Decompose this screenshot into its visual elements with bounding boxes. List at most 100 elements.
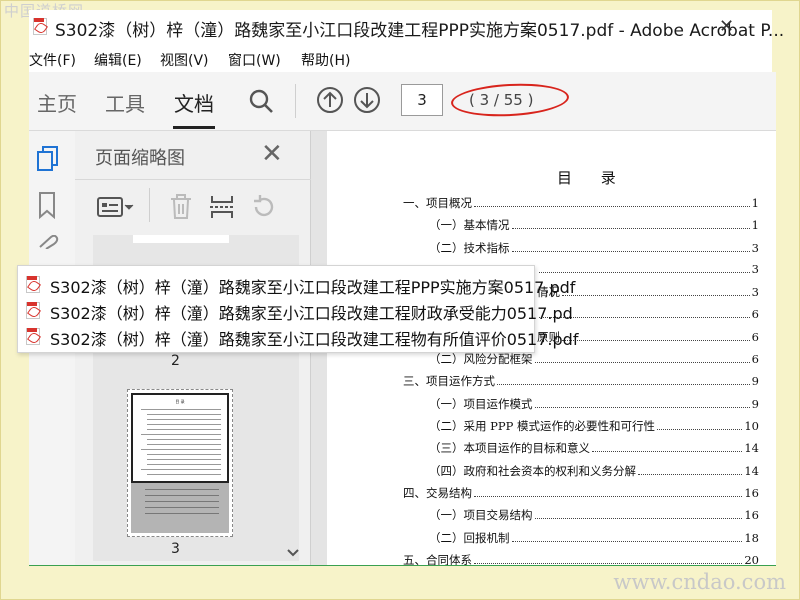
toc-leader-dots: [474, 495, 743, 497]
pdf-file-icon: [33, 18, 47, 35]
menu-view[interactable]: 视图(V): [160, 50, 209, 70]
toc-entry-text: （一）项目运作模式: [429, 396, 533, 411]
toc-entry-page: 10: [744, 419, 759, 433]
toc-entry-text: 四、交易结构: [403, 485, 472, 500]
status-line: [29, 565, 776, 566]
bookmark-icon[interactable]: [37, 191, 57, 223]
menu-file[interactable]: 文件(F): [29, 50, 76, 70]
toc-entry-page: 3: [751, 261, 759, 276]
next-page-icon[interactable]: [353, 86, 381, 118]
toc-entry[interactable]: （二）采用 PPP 模式运作的必要性和可行性 10: [429, 418, 759, 434]
close-panel-icon[interactable]: ✕: [261, 139, 283, 169]
watermark-bottom: www.cndao.com: [613, 570, 786, 594]
active-tab-indicator: [173, 126, 215, 129]
toc-entry[interactable]: （四）政府和社会资本的权利和义务分解 14: [429, 463, 759, 479]
toc-entry-page: 6: [751, 329, 759, 344]
toc-leader-dots: [562, 295, 750, 297]
toc-entry-text: 三、项目运作方式: [403, 374, 495, 389]
menu-window[interactable]: 窗口(W): [228, 50, 281, 70]
toc-entry-text: （二）回报机制: [429, 530, 510, 545]
recent-file-name: S302漆（树）梓（潼）路魏家至小江口段改建工程PPP实施方案0517.pdf: [50, 278, 576, 297]
toc-entry-page: 14: [744, 463, 759, 478]
tab-tools[interactable]: 工具: [105, 88, 145, 117]
menu-edit[interactable]: 编辑(E): [94, 50, 142, 70]
previous-page-icon[interactable]: [316, 86, 344, 118]
thumbnail-page-3[interactable]: 目 录: [127, 389, 233, 537]
toc-entry-page: 14: [744, 441, 759, 456]
toc-leader-dots: [534, 362, 750, 364]
toc-entry[interactable]: （一）基本情况 1: [429, 217, 759, 233]
toc-entry-page: 16: [744, 485, 759, 500]
panel-title: 页面缩略图: [95, 148, 185, 169]
toc-leader-dots: [534, 406, 750, 408]
close-window-button[interactable]: ✕: [719, 16, 734, 37]
attachment-icon[interactable]: [37, 234, 59, 253]
toc-leader-dots: [511, 228, 750, 230]
toc-entry-text: （二）采用 PPP 模式运作的必要性和可行性: [429, 419, 656, 433]
highlight-oval-annotation: [450, 80, 570, 120]
thumbnail-label-2: 2: [171, 353, 180, 369]
toc-entry-page: 9: [751, 396, 759, 411]
toc-entry[interactable]: 四、交易结构 16: [403, 485, 759, 501]
delete-page-icon[interactable]: [169, 194, 193, 224]
toc-heading: 目 录: [557, 169, 628, 187]
thumbnail-options-icon[interactable]: [97, 196, 137, 222]
toolbar-separator: [295, 84, 296, 118]
toc-entry[interactable]: （一）项目交易结构 16: [429, 507, 759, 523]
toc-leader-dots: [474, 206, 750, 207]
toc-entry[interactable]: （一）项目运作模式 9: [429, 396, 759, 412]
toc-leader-dots: [592, 451, 743, 453]
toc-entry-text: （四）政府和社会资本的权利和义务分解: [429, 463, 636, 478]
toc-entry[interactable]: （二）技术指标 3: [429, 240, 759, 256]
toc-entry-page: 6: [751, 306, 759, 321]
panel-separator: [149, 188, 150, 222]
recent-files-popup: S302漆（树）梓（潼）路魏家至小江口段改建工程PPP实施方案0517.pdf …: [17, 265, 578, 353]
toc-entry[interactable]: （二）风险分配框架 6: [429, 351, 759, 367]
tab-document[interactable]: 文档: [174, 88, 214, 117]
toc-entry-text: 一、项目概况: [403, 196, 472, 210]
thumbnail-heading: 目 录: [175, 399, 185, 404]
pdf-file-icon: [26, 302, 40, 319]
thumbnail-page-1-edge: [133, 235, 229, 243]
menu-bar: 文件(F) 编辑(E) 视图(V) 窗口(W) 帮助(H): [29, 44, 772, 72]
thumbnail-viewport-frame: 目 录: [131, 393, 229, 483]
search-icon[interactable]: [248, 88, 274, 118]
tab-home[interactable]: 主页: [37, 88, 77, 117]
page-thumbnails-icon[interactable]: [35, 145, 61, 177]
toc-entry-page: 1: [751, 218, 759, 233]
scroll-down-icon[interactable]: [287, 543, 299, 562]
toc-entry-page: 3: [751, 285, 759, 300]
toc-entry-text: （二）风险分配框架: [429, 352, 533, 367]
toc-leader-dots: [497, 384, 750, 386]
toc-entry-page: 9: [751, 374, 759, 389]
toc-leader-dots: [534, 518, 743, 520]
page-number-input[interactable]: 3: [401, 84, 443, 116]
toc-entry[interactable]: 一、项目概况 1: [403, 195, 759, 211]
toc-leader-dots: [511, 250, 750, 252]
main-toolbar: 主页 工具 文档 3 ( 3 / 55 ): [29, 72, 776, 131]
toc-leader-dots: [474, 562, 743, 564]
toc-entry-page: 16: [744, 508, 759, 523]
toc-entry-text: （二）技术指标: [429, 240, 510, 255]
toc-leader-dots: [562, 339, 750, 341]
toc-entry[interactable]: （三）本项目运作的目标和意义 14: [429, 440, 759, 456]
title-bar: S302漆（树）梓（潼）路魏家至小江口段改建工程PPP实施方案0517.pdf …: [29, 10, 784, 44]
panel-toolbar: [75, 179, 311, 230]
toc-entry[interactable]: （二）回报机制 18: [429, 530, 759, 546]
toc-entry-text: （三）本项目运作的目标和意义: [429, 441, 590, 456]
toc-leader-dots: [657, 429, 743, 430]
recent-file-name: S302漆（树）梓（潼）路魏家至小江口段改建工程物有所值评价0517.pdf: [50, 330, 579, 349]
toc-entry-page: 1: [751, 196, 759, 210]
menu-help[interactable]: 帮助(H): [301, 50, 350, 70]
window-title: S302漆（树）梓（潼）路魏家至小江口段改建工程PPP实施方案0517.pdf …: [55, 21, 785, 41]
insert-page-icon[interactable]: [209, 194, 235, 224]
toc-entry-text: （一）项目交易结构: [429, 508, 533, 523]
rotate-icon[interactable]: [251, 194, 277, 224]
toc-entry-page: 6: [751, 352, 759, 367]
recent-file-name: S302漆（树）梓（潼）路魏家至小江口段改建工程财政承受能力0517.pd: [50, 304, 573, 323]
toc-leader-dots: [638, 473, 743, 475]
toc-entry[interactable]: 三、项目运作方式 9: [403, 373, 759, 389]
pdf-file-icon: [26, 328, 40, 345]
toc-leader-dots: [511, 540, 743, 542]
thumbnail-label-3: 3: [171, 541, 180, 557]
